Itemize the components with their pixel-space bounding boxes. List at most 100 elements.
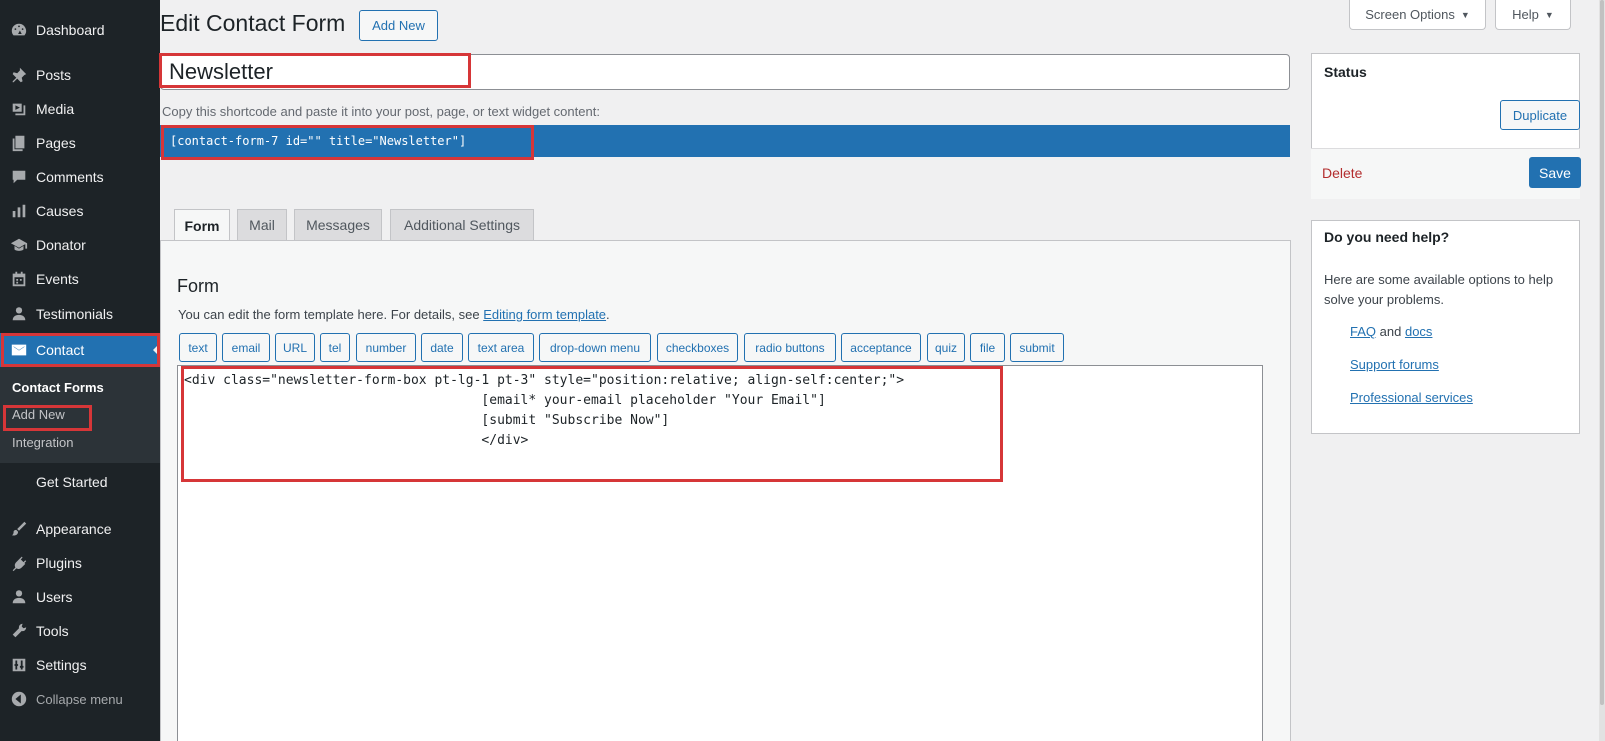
- caret-down-icon: ▼: [1544, 9, 1554, 20]
- submenu-add-new[interactable]: Add New: [12, 407, 65, 422]
- form-title-input[interactable]: Newsletter: [160, 54, 1290, 90]
- dashboard-icon: [9, 20, 29, 40]
- media-icon: [9, 99, 29, 119]
- submenu-contact-forms[interactable]: Contact Forms: [12, 380, 104, 395]
- sidebar-item-label: Events: [36, 271, 79, 287]
- settings-icon: [9, 655, 29, 675]
- sidebar-item-label: Dashboard: [36, 22, 105, 38]
- tag-button-submit[interactable]: submit: [1010, 333, 1064, 362]
- sidebar-item-pages[interactable]: Pages: [0, 126, 160, 160]
- sidebar-item-plugins[interactable]: Plugins: [0, 546, 160, 580]
- bar-chart-icon: [9, 201, 29, 221]
- sidebar-item-settings[interactable]: Settings: [0, 648, 160, 682]
- form-panel-title: Form: [177, 276, 219, 296]
- sidebar-item-comments[interactable]: Comments: [0, 160, 160, 194]
- sidebar-item-label: Get Started: [36, 474, 108, 490]
- sidebar-item-media[interactable]: Media: [0, 92, 160, 126]
- help-title: Do you need help?: [1324, 229, 1450, 245]
- user-icon: [9, 304, 29, 324]
- page-title: Edit Contact Form: [160, 10, 346, 36]
- pin-icon: [9, 65, 29, 85]
- tag-button-acceptance[interactable]: acceptance: [841, 333, 921, 362]
- wrench-icon: [9, 621, 29, 641]
- form-description: You can edit the form template here. For…: [178, 307, 610, 322]
- sidebar-item-label: Plugins: [36, 555, 82, 571]
- sidebar-item-label: Causes: [36, 203, 84, 219]
- tag-button-checkboxes[interactable]: checkboxes: [657, 333, 738, 362]
- docs-link[interactable]: docs: [1405, 324, 1432, 339]
- plug-icon: [9, 553, 29, 573]
- calendar-icon: [9, 269, 29, 289]
- support-forums-link[interactable]: Support forums: [1350, 357, 1439, 372]
- tab-mail[interactable]: Mail: [237, 209, 287, 240]
- sidebar-item-tools[interactable]: Tools: [0, 614, 160, 648]
- tab-messages[interactable]: Messages: [294, 209, 382, 240]
- sidebar-item-label: Testimonials: [36, 306, 114, 322]
- graduation-cap-icon: [9, 235, 29, 255]
- sidebar-item-donator[interactable]: Donator: [0, 228, 160, 262]
- sidebar-item-label: Settings: [36, 657, 87, 673]
- contact-submenu: Contact Forms Add New Integration: [0, 367, 160, 463]
- faq-docs-row: FAQ and docs: [1350, 324, 1432, 339]
- caret-down-icon: ▼: [1460, 9, 1470, 20]
- add-new-button[interactable]: Add New: [359, 10, 438, 41]
- sidebar-item-posts[interactable]: Posts: [0, 58, 160, 92]
- page-scrollbar-thumb[interactable]: [1600, 0, 1604, 705]
- shortcode-label: Copy this shortcode and paste it into yo…: [162, 104, 600, 119]
- tag-button-dropdown[interactable]: drop-down menu: [539, 333, 651, 362]
- submenu-integration[interactable]: Integration: [12, 435, 73, 450]
- form-description-end: .: [606, 307, 610, 322]
- sidebar-item-get-started[interactable]: Get Started: [0, 465, 160, 499]
- tag-button-textarea[interactable]: text area: [468, 333, 534, 362]
- sidebar-item-contact[interactable]: Contact: [0, 333, 160, 367]
- tag-button-tel[interactable]: tel: [320, 333, 350, 362]
- shortcode-field[interactable]: [contact-form-7 id="" title="Newsletter"…: [160, 125, 1290, 157]
- sidebar-item-testimonials[interactable]: Testimonials: [0, 297, 160, 331]
- sidebar-item-events[interactable]: Events: [0, 262, 160, 296]
- form-template-editor[interactable]: <div class="newsletter-form-box pt-lg-1 …: [177, 365, 1263, 741]
- sidebar-item-label: Comments: [36, 169, 104, 185]
- screen-options-button[interactable]: Screen Options ▼: [1349, 0, 1486, 30]
- delete-link[interactable]: Delete: [1322, 165, 1362, 181]
- tag-button-quiz[interactable]: quiz: [927, 333, 965, 362]
- save-button[interactable]: Save: [1529, 157, 1581, 188]
- sidebar-item-appearance[interactable]: Appearance: [0, 512, 160, 546]
- sidebar-item-label: Tools: [36, 623, 69, 639]
- status-title: Status: [1324, 64, 1367, 80]
- professional-services-row: Professional services: [1350, 390, 1473, 405]
- tag-button-radio[interactable]: radio buttons: [744, 333, 836, 362]
- admin-sidebar: Dashboard Posts Media Pages Comments Cau…: [0, 0, 160, 741]
- sidebar-item-label: Donator: [36, 237, 86, 253]
- sidebar-item-label: Appearance: [36, 521, 112, 537]
- collapse-menu-button[interactable]: Collapse menu: [0, 682, 160, 716]
- tab-additional-settings[interactable]: Additional Settings: [390, 209, 534, 240]
- sidebar-item-causes[interactable]: Causes: [0, 194, 160, 228]
- help-label: Help: [1512, 7, 1539, 22]
- sidebar-item-label: Pages: [36, 135, 76, 151]
- tag-button-email[interactable]: email: [222, 333, 270, 362]
- tag-button-file[interactable]: file: [970, 333, 1005, 362]
- paintbrush-icon: [9, 519, 29, 539]
- tag-button-date[interactable]: date: [421, 333, 463, 362]
- tag-button-url[interactable]: URL: [275, 333, 315, 362]
- code-line: [submit "Subscribe Now"]: [184, 413, 670, 428]
- tab-form[interactable]: Form: [174, 209, 230, 241]
- duplicate-button[interactable]: Duplicate: [1500, 100, 1580, 130]
- sidebar-item-dashboard[interactable]: Dashboard: [0, 13, 160, 47]
- help-text: Here are some available options to help …: [1324, 272, 1554, 307]
- sidebar-item-label: Media: [36, 101, 75, 117]
- current-menu-arrow: [153, 343, 160, 357]
- faq-link[interactable]: FAQ: [1350, 324, 1376, 339]
- screen-options-label: Screen Options: [1365, 7, 1455, 22]
- professional-services-link[interactable]: Professional services: [1350, 390, 1473, 405]
- shortcode-text: [contact-form-7 id="" title="Newsletter"…: [170, 134, 467, 148]
- sidebar-item-users[interactable]: Users: [0, 580, 160, 614]
- tag-button-text[interactable]: text: [179, 333, 217, 362]
- envelope-icon: [9, 340, 29, 360]
- collapse-icon: [9, 689, 29, 709]
- pages-icon: [9, 133, 29, 153]
- form-description-text: You can edit the form template here. For…: [178, 307, 484, 322]
- editing-form-template-link[interactable]: Editing form template: [483, 307, 606, 322]
- help-button[interactable]: Help ▼: [1495, 0, 1571, 30]
- tag-button-number[interactable]: number: [356, 333, 416, 362]
